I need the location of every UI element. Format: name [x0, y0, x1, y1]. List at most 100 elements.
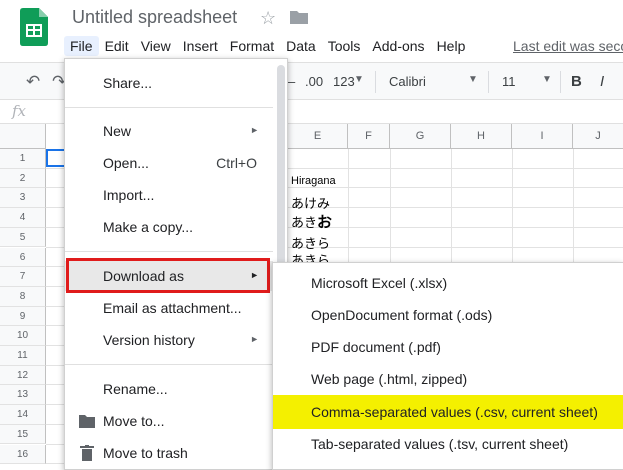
column-header-g[interactable]: G: [390, 124, 451, 149]
row-header[interactable]: 15: [0, 424, 46, 445]
download-as-submenu: Microsoft Excel (.xlsx) OpenDocument for…: [272, 262, 623, 470]
row-header[interactable]: 2: [0, 168, 46, 189]
cell-e4[interactable]: あきお: [291, 211, 332, 232]
cell-e3[interactable]: あけみ: [291, 193, 330, 212]
menu-item-label: Version history: [103, 332, 195, 348]
submenu-item-label: PDF document (.pdf): [311, 339, 441, 355]
decrease-decimal-dash[interactable]: –: [288, 74, 295, 89]
menu-data[interactable]: Data: [280, 36, 322, 56]
download-ods[interactable]: OpenDocument format (.ods): [273, 300, 623, 330]
submenu-item-label: OpenDocument format (.ods): [311, 307, 493, 323]
font-family-select[interactable]: Calibri: [389, 74, 426, 89]
menu-item-label: Share...: [103, 75, 153, 91]
menu-item-label: Rename...: [103, 381, 168, 397]
font-size-select[interactable]: 11: [502, 74, 516, 89]
row-header[interactable]: 5: [0, 227, 46, 248]
menu-tools[interactable]: Tools: [322, 36, 367, 56]
toolbar-divider: [560, 71, 561, 93]
menu-item-label: New: [103, 123, 132, 139]
trash-icon: [80, 445, 94, 461]
submenu-arrow-icon: ►: [250, 334, 259, 344]
last-edit-link[interactable]: Last edit was seco: [513, 38, 623, 54]
menu-bar: File Edit View Insert Format Data Tools …: [64, 36, 471, 56]
menu-help[interactable]: Help: [431, 36, 472, 56]
menu-item-new[interactable]: New ►: [65, 117, 273, 145]
submenu-item-label: Web page (.html, zipped): [311, 371, 468, 387]
menu-insert[interactable]: Insert: [177, 36, 224, 56]
menu-item-label: Email as attachment...: [103, 300, 242, 316]
star-icon[interactable]: ☆: [260, 8, 276, 29]
menu-file[interactable]: File: [64, 36, 99, 56]
row-header[interactable]: 8: [0, 286, 46, 307]
row-header[interactable]: 12: [0, 365, 46, 386]
menu-item-import[interactable]: Import...: [65, 181, 273, 209]
row-header[interactable]: 11: [0, 346, 46, 366]
column-header-f[interactable]: F: [348, 124, 390, 149]
italic-button[interactable]: I: [600, 73, 604, 90]
menu-item-version-history[interactable]: Version history ►: [65, 326, 273, 354]
menu-item-share[interactable]: Share...: [65, 69, 273, 97]
submenu-item-label: Comma-separated values (.csv, current sh…: [311, 404, 598, 420]
submenu-arrow-icon: ►: [250, 125, 259, 135]
row-header[interactable]: 14: [0, 405, 46, 425]
download-pdf[interactable]: PDF document (.pdf): [273, 332, 623, 362]
menu-divider: [65, 251, 273, 252]
undo-icon[interactable]: ↶: [26, 72, 40, 92]
menu-item-rename[interactable]: Rename...: [65, 375, 273, 403]
column-header-e[interactable]: E: [288, 124, 348, 149]
number-format-caret-icon[interactable]: ▼: [354, 74, 364, 85]
menu-edit[interactable]: Edit: [99, 36, 135, 56]
row-header[interactable]: 16: [0, 444, 46, 465]
row-header[interactable]: 1: [0, 149, 46, 169]
download-xlsx[interactable]: Microsoft Excel (.xlsx): [273, 268, 623, 298]
menu-item-open[interactable]: Open... Ctrl+O: [65, 149, 273, 177]
menu-item-label: Open...: [103, 155, 149, 171]
menu-item-label: Move to trash: [103, 445, 188, 461]
column-header-h[interactable]: H: [451, 124, 512, 149]
row-header[interactable]: 10: [0, 326, 46, 346]
document-title[interactable]: Untitled spreadsheet: [72, 7, 237, 28]
sheets-logo-icon[interactable]: [20, 8, 48, 46]
menu-item-move-to[interactable]: Move to...: [65, 407, 273, 435]
menu-view[interactable]: View: [135, 36, 177, 56]
font-size-caret-icon[interactable]: ▼: [542, 74, 552, 85]
download-tsv[interactable]: Tab-separated values (.tsv, current shee…: [273, 429, 623, 459]
toolbar-divider: [375, 71, 376, 93]
number-format-button[interactable]: 123: [333, 74, 355, 89]
submenu-item-label: Microsoft Excel (.xlsx): [311, 275, 448, 291]
increase-decimal-button[interactable]: .00: [305, 74, 323, 89]
column-header-i[interactable]: I: [512, 124, 573, 149]
select-all-corner[interactable]: [0, 124, 46, 149]
menu-item-make-copy[interactable]: Make a copy...: [65, 213, 273, 241]
row-header[interactable]: 4: [0, 208, 46, 228]
download-csv[interactable]: Comma-separated values (.csv, current sh…: [273, 395, 623, 429]
menu-item-label: Import...: [103, 187, 155, 203]
menu-item-email-attachment[interactable]: Email as attachment...: [65, 294, 273, 322]
menu-item-label: Make a copy...: [103, 219, 194, 235]
menu-divider: [65, 107, 273, 108]
row-header[interactable]: 13: [0, 385, 46, 406]
row-header[interactable]: 6: [0, 247, 46, 268]
cell-e2[interactable]: Hiragana: [291, 175, 336, 187]
submenu-item-label: Tab-separated values (.tsv, current shee…: [311, 436, 569, 452]
annotation-highlight-box: [66, 258, 270, 293]
cell-e4-bold-text: お: [317, 214, 333, 231]
row-header[interactable]: 7: [0, 267, 46, 287]
row-header[interactable]: 9: [0, 306, 46, 327]
bold-button[interactable]: B: [571, 73, 582, 90]
menu-addons[interactable]: Add-ons: [366, 36, 430, 56]
menu-format[interactable]: Format: [224, 36, 280, 56]
toolbar-divider: [488, 71, 489, 93]
folder-icon: [79, 415, 95, 428]
download-html[interactable]: Web page (.html, zipped): [273, 364, 623, 394]
folder-icon[interactable]: [290, 10, 308, 24]
font-family-caret-icon[interactable]: ▼: [468, 74, 478, 85]
fx-icon: fx: [12, 102, 27, 120]
shortcut-label: Ctrl+O: [216, 155, 257, 171]
selected-cell-a1[interactable]: [46, 149, 66, 167]
row-header[interactable]: 3: [0, 188, 46, 209]
menu-divider: [65, 364, 273, 365]
menu-item-move-to-trash[interactable]: Move to trash: [65, 439, 273, 467]
menu-item-label: Move to...: [103, 413, 165, 429]
column-header-j[interactable]: J: [573, 124, 623, 149]
